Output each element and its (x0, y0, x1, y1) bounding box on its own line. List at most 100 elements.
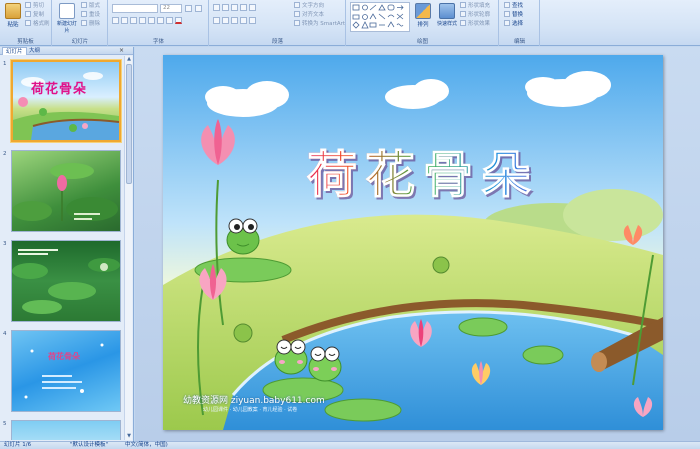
group-drawing: 排列 快速样式 形状填充 形状轮廓 形状效果 绘图 (347, 0, 499, 46)
font-size-value: 22 (163, 5, 170, 11)
decrease-indent-icon[interactable] (231, 4, 238, 11)
thumb-number: 3 (3, 241, 7, 247)
align-right-icon[interactable] (231, 17, 238, 24)
layout-icon (81, 2, 87, 8)
thumb-4-art (24, 343, 104, 399)
fill-bucket-icon (460, 2, 466, 8)
arrange-button[interactable]: 排列 (413, 2, 433, 32)
shape-outline-button[interactable]: 形状轮廓 (460, 11, 490, 19)
thumb-number: 2 (3, 151, 7, 157)
status-theme: "默认设计模板" (70, 442, 109, 448)
underline-icon[interactable] (130, 17, 137, 24)
columns-icon[interactable] (249, 17, 256, 24)
shape-fill-button[interactable]: 形状填充 (460, 2, 490, 10)
thumb-2-art (12, 163, 118, 221)
group-label: 幻灯片 (71, 39, 89, 45)
slide-thumbnail-3[interactable] (11, 240, 121, 322)
convert-smartart-button[interactable]: 转换为 SmartArt (294, 20, 345, 28)
ribbon: 粘贴 剪切 复制 格式刷 剪贴板 新建幻灯片 版式 重设 删除 幻灯片 22 字… (0, 0, 700, 46)
thumb-number: 1 (3, 61, 7, 67)
find-icon (504, 2, 510, 8)
spacing-icon[interactable] (157, 17, 164, 24)
group-label: 编辑 (513, 39, 525, 45)
select-button[interactable]: 选择 (504, 20, 523, 28)
group-clipboard: 粘贴 剪切 复制 格式刷 剪贴板 (0, 0, 52, 46)
bullets-icon[interactable] (213, 4, 220, 11)
slides-pane: 幻灯片 大纲 × 1 荷花骨朵 2 3 4 荷花骨朵 5 ▲ ▼ (0, 47, 134, 441)
status-slide-info: 幻灯片 1/6 (4, 442, 32, 448)
new-slide-button[interactable]: 新建幻灯片 (55, 2, 79, 34)
brush-icon (25, 20, 31, 26)
paste-icon (5, 3, 21, 19)
font-format-row (112, 17, 184, 26)
status-bar: 幻灯片 1/6 "默认设计模板" 中文(简体，中国) (0, 441, 700, 449)
paste-button[interactable]: 粘贴 (2, 2, 24, 32)
quick-styles-label: 快速样式 (436, 21, 457, 27)
align-center-icon[interactable] (222, 17, 229, 24)
layout-button[interactable]: 版式 (81, 2, 100, 10)
copy-icon (25, 11, 31, 17)
align-left-icon[interactable] (213, 17, 220, 24)
effects-icon (460, 20, 466, 26)
slide-thumbnail-1[interactable]: 荷花骨朵 (11, 60, 121, 142)
copy-button[interactable]: 复制 (25, 11, 44, 19)
text-direction-button[interactable]: 文字方向 (294, 2, 324, 10)
grow-font-icon[interactable] (185, 5, 192, 12)
group-slides: 新建幻灯片 版式 重设 删除 幻灯片 (53, 0, 108, 46)
slide-thumbnail-5[interactable] (11, 420, 121, 440)
cut-button[interactable]: 剪切 (25, 2, 44, 10)
slide-thumbnail-2[interactable] (11, 150, 121, 232)
paragraph-row-1 (213, 4, 258, 13)
group-label: 绘图 (416, 39, 428, 45)
scroll-up-icon[interactable]: ▲ (125, 56, 133, 63)
pane-tabs: 幻灯片 大纲 × (0, 47, 133, 55)
format-painter-button[interactable]: 格式刷 (25, 20, 50, 28)
align-text-button[interactable]: 对齐文本 (294, 11, 324, 19)
slide-illustration (163, 55, 663, 430)
group-editing: 查找 替换 选择 编辑 (500, 0, 540, 46)
slide-title[interactable]: 荷花骨朵 (273, 135, 573, 207)
slide-thumbnail-4[interactable]: 荷花骨朵 (11, 330, 121, 412)
shrink-font-icon[interactable] (195, 5, 202, 12)
find-button[interactable]: 查找 (504, 2, 523, 10)
italic-icon[interactable] (121, 17, 128, 24)
bold-icon[interactable] (112, 17, 119, 24)
pane-scrollbar[interactable]: ▲ ▼ (124, 56, 132, 440)
thumb-1-art (13, 72, 120, 140)
case-icon[interactable] (166, 17, 173, 24)
thumb-number: 5 (3, 421, 7, 427)
group-font: 22 字体 (109, 0, 209, 46)
tab-slides[interactable]: 幻灯片 (2, 47, 27, 55)
font-name-combo[interactable] (112, 4, 158, 13)
numbering-icon[interactable] (222, 4, 229, 11)
delete-slide-button[interactable]: 删除 (81, 20, 100, 28)
arrange-icon (415, 3, 431, 19)
shapes-gallery[interactable] (350, 2, 410, 32)
smartart-icon (294, 20, 300, 26)
line-spacing-icon[interactable] (249, 4, 256, 11)
quick-styles-icon (439, 3, 455, 19)
increase-indent-icon[interactable] (240, 4, 247, 11)
justify-icon[interactable] (240, 17, 247, 24)
pane-close-button[interactable]: × (119, 47, 124, 55)
tab-outline[interactable]: 大纲 (26, 47, 43, 55)
group-label: 剪贴板 (17, 39, 34, 45)
slide-editing-area: 荷花骨朵 幼教资源网 ziyuan.baby611.com 幼儿园课件 · 幼儿… (135, 47, 700, 441)
select-icon (504, 20, 510, 26)
scroll-thumb[interactable] (126, 64, 132, 184)
shadow-icon[interactable] (148, 17, 155, 24)
font-size-combo[interactable]: 22 (160, 4, 182, 13)
scissors-icon (25, 2, 31, 8)
strikethrough-icon[interactable] (139, 17, 146, 24)
current-slide[interactable]: 荷花骨朵 幼教资源网 ziyuan.baby611.com 幼儿园课件 · 幼儿… (163, 55, 663, 430)
font-color-icon[interactable] (175, 17, 182, 24)
scroll-down-icon[interactable]: ▼ (125, 433, 133, 440)
quick-styles-button[interactable]: 快速样式 (435, 2, 459, 32)
new-slide-icon (59, 3, 75, 19)
replace-button[interactable]: 替换 (504, 11, 523, 19)
group-label: 段落 (271, 39, 283, 45)
thumb-1-title: 荷花骨朵 (31, 82, 88, 97)
shape-effects-button[interactable]: 形状效果 (460, 20, 490, 28)
reset-button[interactable]: 重设 (81, 11, 100, 19)
shapes-gallery-icons (352, 4, 404, 29)
